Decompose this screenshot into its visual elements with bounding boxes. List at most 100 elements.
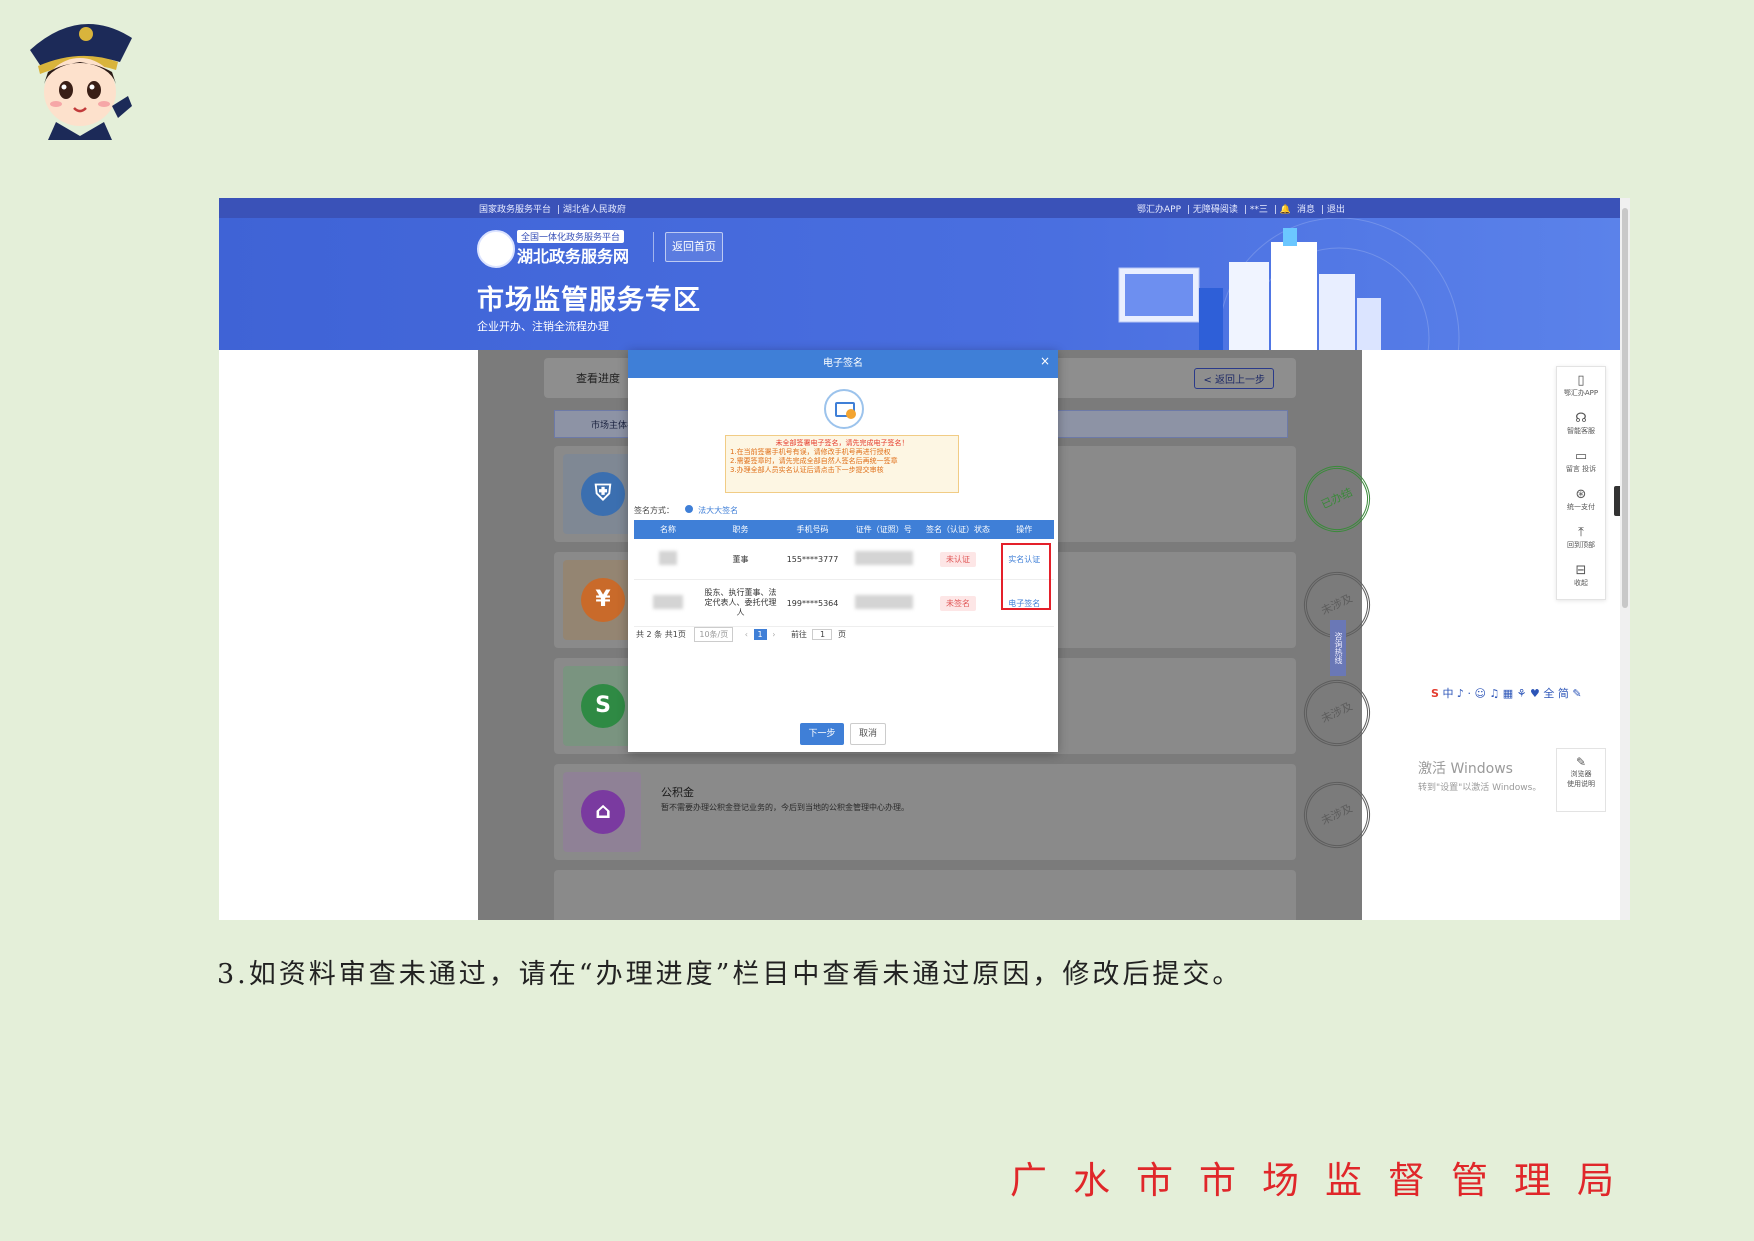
logo-divider [653,232,654,262]
sign-method-label: 签名方式： [634,506,674,515]
officer-mascot-image [30,24,132,140]
pagination: 共 2 条 共1页 10条/页 ‹ 1 › 前往 1 页 [636,627,846,642]
logo-tagline: 全国一体化政务服务平台 [517,230,625,243]
page-size-select[interactable]: 10条/页 [694,627,734,642]
column-header: 职务 [702,520,779,539]
sogou-icon: S [1431,687,1439,700]
service-description: 暂不需要办理公积金登记业务的，今后到当地的公积金管理中心办理。 [661,803,909,812]
pager-pages: 共1页 [664,630,686,639]
notice-line: 1.在当前签署手机号有误，请修改手机号再进行授权 [730,448,891,456]
hotline-tab[interactable]: 咨询热线 [1330,620,1346,676]
collapse-icon: ⊟ [1575,563,1587,578]
notice-line: 2.需要签章时，请先完成全部自然人签名后再统一签章 [730,457,898,465]
signature-notice: 未全部签署电子签名，请先完成电子签名！ 1.在当前签署手机号有误，请修改手机号再… [725,435,959,493]
topbar-user[interactable]: **三 [1250,205,1268,215]
column-header: 签名（认证）状态 [921,520,995,539]
cell-status: 未认证 [921,539,995,580]
cell-phone: 155****3777 [778,539,847,580]
sign-method-radio[interactable] [684,505,693,513]
input-method-bar[interactable]: S 中 ♪ · ☺ ♫ ▦ ⚘ ♥ 全 简 ✎ [1431,685,1621,705]
house-yuan-icon: ⌂ [581,790,625,834]
back-to-top-icon: ⤒ [1578,525,1584,540]
service-icon-tile: ⌂ [563,772,641,852]
side-toolbar: ▯ 鄂汇办APP ☊ 智能客服 ▭ 留言 投诉 ⊛ 统一支付 ⤒ 回到顶部 ⊟ 收起 [1556,366,1606,600]
table-row: 董事 155****3777 未认证 实名认证 [634,539,1054,580]
message-icon: ▭ [1574,449,1588,464]
column-header: 证件（证照）号 [846,520,922,539]
shield-user-icon: ⛨ [581,472,625,516]
sign-method-row: 签名方式： 法大大签名 [634,505,738,516]
prev-page-icon[interactable]: ‹ [745,630,748,639]
highlight-box [1001,543,1051,610]
topbar-link-messages[interactable]: 消息 [1297,205,1315,215]
side-tool-pay[interactable]: ⊛ 统一支付 [1557,485,1605,523]
side-tool-app[interactable]: ▯ 鄂汇办APP [1557,371,1605,409]
page-subtitle: 企业开办、注销全流程办理 [477,320,609,333]
cell-phone: 199****5364 [778,579,847,627]
table-row: 股东、执行董事、法定代表人、委托代理人 199****5364 未签名 电子签名 [634,579,1054,627]
notice-line: 3.办理全部人员实名认证后请点击下一步提交审核 [730,466,884,474]
e-signature-dialog: 电子签名 × 未全部签署电子签名，请先完成电子签名！ 1.在当前签署手机号有误，… [628,350,1058,752]
headset-icon: ☊ [1575,411,1587,426]
pager-total: 共 2 条 [636,630,663,639]
cell-role: 股东、执行董事、法定代表人、委托代理人 [702,579,779,627]
topbar-link-app[interactable]: 鄂汇办APP [1137,205,1181,215]
side-tool-collapse[interactable]: ⊟ 收起 [1557,561,1605,599]
signer-table: 名称 职务 手机号码 证件（证照）号 签名（认证）状态 操作 董事 155***… [634,520,1054,627]
social-security-icon: S [581,684,625,728]
cell-name-redacted [634,539,703,580]
cell-id-redacted [846,539,922,580]
table-header-row: 名称 职务 手机号码 证件（证照）号 签名（认证）状态 操作 [634,520,1054,539]
cell-status: 未签名 [921,579,995,627]
service-card [554,870,1296,920]
goto-label: 前往 [790,630,807,639]
goto-unit: 页 [838,630,847,639]
current-page[interactable]: 1 [753,629,767,640]
coin-icon: ⊛ [1575,487,1587,502]
cell-name-redacted [634,579,703,627]
side-tool-feedback[interactable]: ▭ 留言 投诉 [1557,447,1605,485]
cell-role: 董事 [702,539,779,580]
city-illustration [1118,218,1460,350]
goto-page-input[interactable]: 1 [812,629,833,640]
signature-icon [824,389,864,429]
status-badge: 未认证 [939,551,976,567]
next-page-icon[interactable]: › [772,630,775,639]
zone-banner: 全国一体化政务服务平台 湖北政务服务网 返回首页 市场监管服务专区 企业开办、注… [219,218,1620,350]
close-icon[interactable]: × [1040,350,1050,372]
tab-progress[interactable]: 查看进度 [576,370,620,386]
side-tool-service[interactable]: ☊ 智能客服 [1557,409,1605,447]
topbar-link-accessibility[interactable]: 无障碍阅读 [1193,205,1238,215]
instruction-caption: 3.如资料审查未通过，请在“办理进度”栏目中查看未通过原因，修改后提交。 [217,959,1243,990]
topbar-link-national[interactable]: 国家政务服务平台 [479,205,551,215]
bell-icon[interactable]: 🔔 [1280,205,1291,215]
next-step-button[interactable]: 下一步 [800,723,844,745]
service-name: 公积金 [661,786,694,799]
status-badge: 未签名 [939,595,976,611]
prev-step-button[interactable]: < 返回上一步 [1194,368,1274,389]
topbar-link-logout[interactable]: 退出 [1327,205,1345,215]
screenshot-frame: 国家政务服务平台 | 湖北省人民政府 鄂汇办APP | 无障碍阅读 | **三 | 🔔 消… [219,198,1630,920]
dialog-title: 电子签名 × [628,350,1058,378]
back-home-button[interactable]: 返回首页 [665,232,723,262]
column-header: 操作 [994,520,1054,539]
yuan-bag-icon: ¥ [581,578,625,622]
topbar-link-hubei[interactable]: 湖北省人民政府 [563,205,626,215]
portal-topbar: 国家政务服务平台 | 湖北省人民政府 鄂汇办APP | 无障碍阅读 | **三 | 🔔 消… [219,198,1620,218]
column-header: 名称 [634,520,703,539]
logo-title: 湖北政务服务网 [517,247,630,266]
footer-organization: 广水市市场监督管理局 [1010,1159,1640,1202]
cancel-button[interactable]: 取消 [850,723,886,745]
scrollbar[interactable] [1620,198,1630,920]
notice-head: 未全部签署电子签名，请先完成电子签名！ [775,439,909,447]
column-header: 手机号码 [778,520,847,539]
sign-method-option[interactable]: 法大大签名 [698,506,738,515]
browser-help-button[interactable]: ✎ 浏览器 使用说明 [1556,748,1606,812]
help-icon: ✎ [1575,755,1587,769]
side-tool-top[interactable]: ⤒ 回到顶部 [1557,523,1605,561]
cell-id-redacted [846,579,922,627]
emblem-logo-icon [477,230,515,268]
page-title: 市场监管服务专区 [477,285,701,316]
phone-icon: ▯ [1577,373,1585,388]
windows-activation-watermark: 激活 Windows 转到"设置"以激活 Windows。 [1418,761,1542,793]
